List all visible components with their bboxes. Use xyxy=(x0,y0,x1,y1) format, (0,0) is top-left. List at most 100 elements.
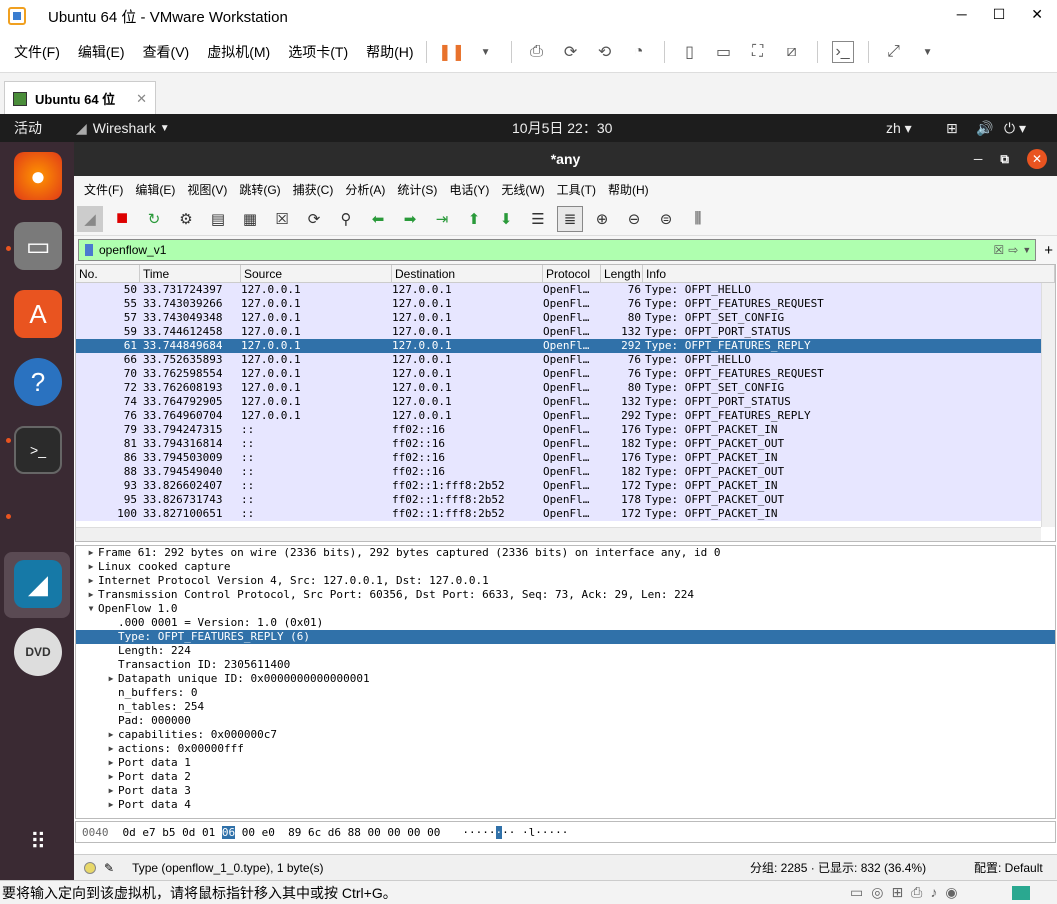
detail-row[interactable]: ▶ capabilities: 0x000000c7 xyxy=(76,728,1055,742)
collapse-arrow-icon[interactable]: ▶ xyxy=(84,588,98,602)
help-icon[interactable]: ? xyxy=(14,358,62,406)
maximize-button[interactable]: ☐ xyxy=(993,6,1006,23)
save-file-icon[interactable]: ▦ xyxy=(237,206,263,232)
device-icons[interactable]: ▭◎⊞⎙♪◉ xyxy=(850,884,966,901)
restore-button[interactable]: ⧉ xyxy=(1000,152,1009,167)
terminal-icon[interactable]: >_ xyxy=(14,426,62,474)
packet-row[interactable]: 86 33.794503009:: ff02::16 OpenFl… 176 Type: … xyxy=(76,451,1055,465)
menu-vm[interactable]: 虚拟机(M) xyxy=(207,42,270,62)
packet-row[interactable]: 93 33.826602407:: ff02::1:fff8:2b52 OpenFl…… xyxy=(76,479,1055,493)
dropdown-icon[interactable]: ▼ xyxy=(475,41,497,63)
detail-row[interactable]: Length: 224 xyxy=(76,644,1055,658)
menu-tabs[interactable]: 选项卡(T) xyxy=(288,42,348,62)
colorize-icon[interactable]: ≣ xyxy=(557,205,583,232)
detail-row[interactable]: Type: OFPT_FEATURES_REPLY (6) xyxy=(76,630,1055,644)
collapse-arrow-icon[interactable]: ▶ xyxy=(104,742,118,756)
unity-icon[interactable]: ⧄ xyxy=(781,41,803,63)
collapse-arrow-icon[interactable]: ▶ xyxy=(84,560,98,574)
col-destination[interactable]: Destination xyxy=(392,265,543,282)
clear-filter-icon[interactable]: ☒ xyxy=(993,243,1004,257)
network-icon[interactable]: ⊞ xyxy=(946,120,958,137)
detail-row[interactable]: ▶ Port data 2 xyxy=(76,770,1055,784)
col-time[interactable]: Time xyxy=(140,265,241,282)
add-filter-button[interactable]: + xyxy=(1044,242,1053,259)
packet-row[interactable]: 81 33.794316814:: ff02::16 OpenFl… 182 Type: … xyxy=(76,437,1055,451)
wireshark-icon[interactable]: ◢ xyxy=(14,560,62,608)
packet-row[interactable]: 88 33.794549040:: ff02::16 OpenFl… 182 Type: … xyxy=(76,465,1055,479)
close-button[interactable]: ✕ xyxy=(1027,149,1047,169)
snapshot-manager-icon[interactable]: ◔ xyxy=(628,41,650,63)
menu-edit[interactable]: 编辑(E) xyxy=(135,181,175,198)
menu-edit[interactable]: 编辑(E) xyxy=(78,42,125,62)
detail-row[interactable]: n_buffers: 0 xyxy=(76,686,1055,700)
menu-statistics[interactable]: 统计(S) xyxy=(397,181,437,198)
activities-button[interactable]: 活动 xyxy=(14,118,42,138)
volume-icon[interactable]: 🔊 xyxy=(976,120,993,137)
packet-row[interactable]: 55 33.743039266 127.0.0.1 127.0.0.1 OpenFl… 7… xyxy=(76,297,1055,311)
packet-row[interactable]: 50 33.731724397 127.0.0.1 127.0.0.1 OpenFl… 7… xyxy=(76,283,1055,297)
close-button[interactable]: ✕ xyxy=(1031,6,1043,23)
autoscroll-icon[interactable]: ☰ xyxy=(525,206,551,232)
menu-file[interactable]: 文件(F) xyxy=(84,181,123,198)
firefox-icon[interactable]: ● xyxy=(14,152,62,200)
start-capture-icon[interactable]: ◢ xyxy=(77,205,103,232)
filter-history-icon[interactable]: ▼ xyxy=(1022,245,1031,255)
collapse-arrow-icon[interactable]: ▶ xyxy=(84,574,98,588)
ascii-before[interactable]: ····· xyxy=(462,826,495,839)
detail-row[interactable]: .000 0001 = Version: 1.0 (0x01) xyxy=(76,616,1055,630)
send-keys-icon[interactable]: ⎙ xyxy=(526,41,548,63)
menu-view[interactable]: 视图(V) xyxy=(187,181,227,198)
capture-options-icon[interactable]: ⚙ xyxy=(173,206,199,232)
menu-analyze[interactable]: 分析(A) xyxy=(345,181,385,198)
normal-size-icon[interactable]: ⊜ xyxy=(653,206,679,232)
collapse-arrow-icon[interactable]: ▶ xyxy=(104,756,118,770)
col-info[interactable]: Info xyxy=(643,265,1055,282)
detail-row[interactable]: Pad: 000000 xyxy=(76,714,1055,728)
detail-row[interactable]: ▶ actions: 0x00000fff xyxy=(76,742,1055,756)
horizontal-scrollbar[interactable] xyxy=(76,527,1041,541)
go-to-packet-icon[interactable]: ⇥ xyxy=(429,206,455,232)
zoom-in-icon[interactable]: ⊕ xyxy=(589,206,615,232)
revert-snapshot-icon[interactable]: ⟲ xyxy=(594,41,616,63)
tab-close-icon[interactable]: ✕ xyxy=(136,91,147,107)
console-icon[interactable]: ›_ xyxy=(831,41,854,63)
collapse-arrow-icon[interactable]: ▶ xyxy=(104,770,118,784)
packet-row[interactable]: 57 33.743049348 127.0.0.1 127.0.0.1 OpenFl… 8… xyxy=(76,311,1055,325)
hex-bytes-after[interactable]: 00 e0 89 6c d6 88 00 00 00 00 xyxy=(235,826,441,839)
zoom-out-icon[interactable]: ⊖ xyxy=(621,206,647,232)
expand-arrow-icon[interactable]: ▼ xyxy=(84,602,98,616)
clock[interactable]: 10月5日 22：30 xyxy=(512,118,612,138)
packet-row[interactable]: 79 33.794247315:: ff02::16 OpenFl… 176 Type: … xyxy=(76,423,1055,437)
apply-filter-icon[interactable]: ⇨ xyxy=(1008,243,1018,257)
collapse-arrow-icon[interactable]: ▶ xyxy=(104,728,118,742)
software-center-icon[interactable]: A xyxy=(14,290,62,338)
find-packet-icon[interactable]: ⚲ xyxy=(333,206,359,232)
packet-row[interactable]: 72 33.762608193 127.0.0.1 127.0.0.1 OpenFl… 8… xyxy=(76,381,1055,395)
packet-row[interactable]: 66 33.752635893 127.0.0.1 127.0.0.1 OpenFl… 7… xyxy=(76,353,1055,367)
thumbnail-icon[interactable]: ▭ xyxy=(713,41,735,63)
packet-row[interactable]: 74 33.764792905 127.0.0.1 127.0.0.1 OpenFl… 1… xyxy=(76,395,1055,409)
close-file-icon[interactable]: ☒ xyxy=(269,206,295,232)
detail-row[interactable]: ▶ Datapath unique ID: 0x0000000000000001 xyxy=(76,672,1055,686)
app-menu[interactable]: ◢ Wireshark ▼ xyxy=(76,120,170,137)
vertical-scrollbar[interactable] xyxy=(1041,283,1055,527)
hex-bytes-before[interactable]: 0d e7 b5 0d 01 xyxy=(123,826,222,839)
detail-row[interactable]: ▶ Internet Protocol Version 4, Src: 127.0… xyxy=(76,574,1055,588)
minimize-button[interactable]: ─ xyxy=(974,152,983,166)
stretch-icon[interactable]: ⤢ xyxy=(883,41,905,63)
packet-row[interactable]: 100 33.827100651:: ff02::1:fff8:2b52 OpenFl… xyxy=(76,507,1055,521)
col-length[interactable]: Length xyxy=(601,265,643,282)
sidebar-icon[interactable]: ▯ xyxy=(679,41,701,63)
detail-row[interactable]: ▶ Transmission Control Protocol, Src Port… xyxy=(76,588,1055,602)
menu-tools[interactable]: 工具(T) xyxy=(557,181,596,198)
show-apps-icon[interactable]: ⠿ xyxy=(14,818,62,866)
hex-byte-selected[interactable]: 06 xyxy=(221,825,236,839)
packet-row[interactable]: 70 33.762598554 127.0.0.1 127.0.0.1 OpenFl… 7… xyxy=(76,367,1055,381)
snapshot-icon[interactable]: ⟳ xyxy=(560,41,582,63)
first-packet-icon[interactable]: ⬆ xyxy=(461,206,487,232)
packet-row[interactable]: 95 33.826731743:: ff02::1:fff8:2b52 OpenFl…… xyxy=(76,493,1055,507)
packet-row[interactable]: 59 33.744612458 127.0.0.1 127.0.0.1 OpenFl… 1… xyxy=(76,325,1055,339)
col-protocol[interactable]: Protocol xyxy=(543,265,601,282)
menu-help[interactable]: 帮助(H) xyxy=(366,42,413,62)
collapse-arrow-icon[interactable]: ▶ xyxy=(104,798,118,812)
